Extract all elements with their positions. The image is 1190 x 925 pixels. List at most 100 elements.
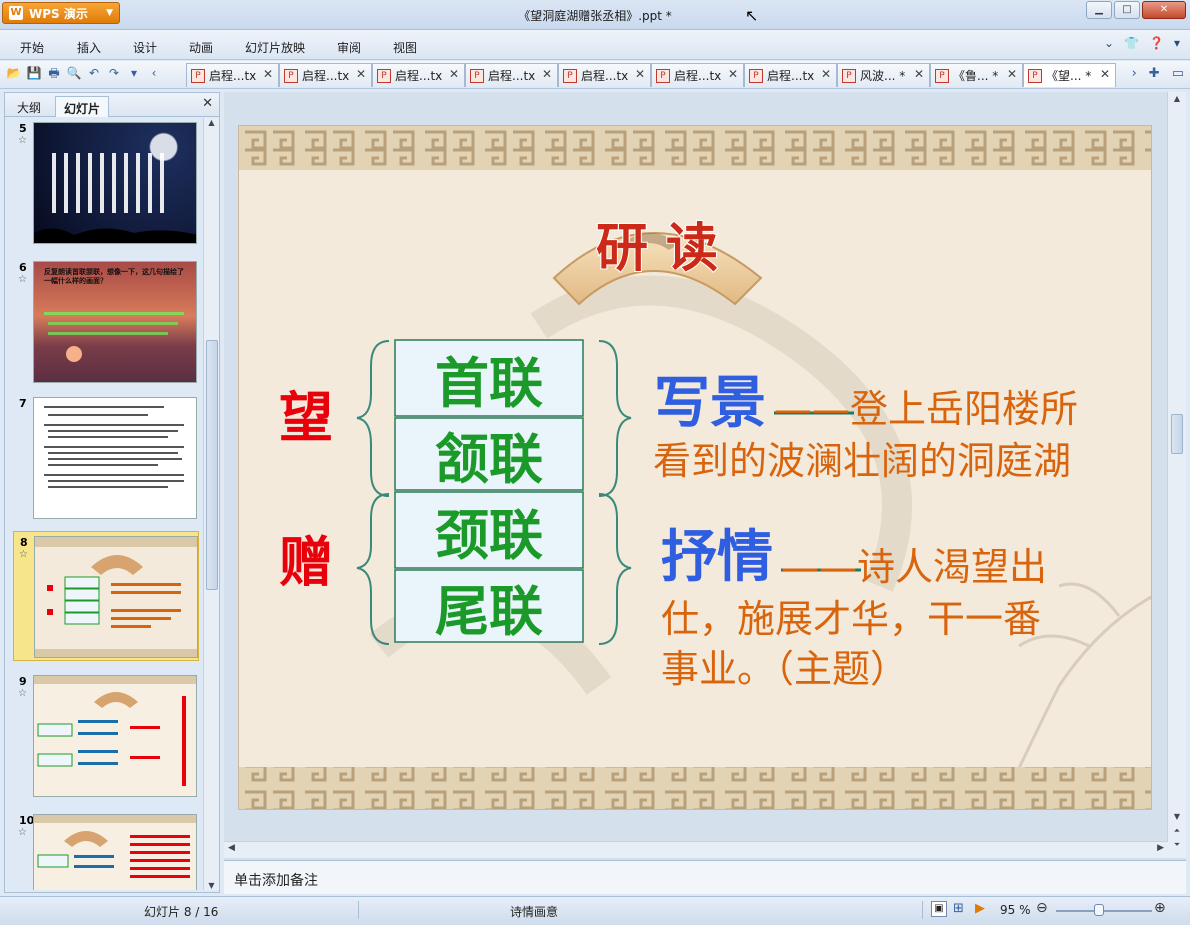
- zoom-out-icon[interactable]: ⊖: [1036, 900, 1048, 916]
- slide-horizontal-scrollbar[interactable]: ◀ ▶: [224, 841, 1168, 858]
- menu-animation[interactable]: 动画: [189, 39, 213, 56]
- menu-review[interactable]: 审阅: [337, 39, 361, 56]
- tab-list-icon[interactable]: ▭: [1172, 66, 1184, 81]
- current-slide[interactable]: 研 读 望 赠 首联 颔联 颈联 尾联 写景 ——登上岳阳楼所 看到的波澜壮阔的…: [238, 125, 1152, 810]
- zoom-slider-handle[interactable]: [1094, 904, 1104, 916]
- print-icon[interactable]: 🖶: [46, 65, 62, 81]
- slideshow-icon[interactable]: ▶: [975, 901, 985, 916]
- tab-scroll-right-icon[interactable]: ›: [1132, 66, 1137, 81]
- ppt-file-icon: P: [377, 68, 391, 83]
- normal-view-icon[interactable]: ▣: [931, 901, 947, 917]
- doc-tab[interactable]: P 启程...tx ✕: [744, 63, 837, 87]
- print-preview-icon[interactable]: 🔍: [66, 65, 82, 81]
- minimize-button[interactable]: ▁: [1086, 1, 1112, 19]
- tab-slides[interactable]: 幻灯片: [55, 96, 110, 117]
- scrollbar-thumb[interactable]: [206, 340, 218, 590]
- close-tab-icon[interactable]: ✕: [728, 67, 738, 81]
- notes-pane[interactable]: 单击添加备注: [224, 860, 1186, 894]
- zoom-in-icon[interactable]: ⊕: [1154, 900, 1166, 916]
- zoom-slider[interactable]: [1056, 910, 1152, 912]
- slide-thumbnail-5[interactable]: 5 ☆: [13, 118, 199, 244]
- menu-design[interactable]: 设计: [133, 39, 157, 56]
- scroll-up-icon[interactable]: ▲: [1168, 94, 1186, 103]
- slide-thumbnail-7[interactable]: 7: [13, 393, 199, 519]
- doc-tab[interactable]: P 启程...tx ✕: [465, 63, 558, 87]
- shuqing-line3: 事业。（主题）: [661, 647, 908, 691]
- scrollbar-thumb[interactable]: [1171, 414, 1183, 454]
- slide-vertical-scrollbar[interactable]: ▲ ▼ ⏶ ⏷: [1167, 92, 1186, 858]
- animation-star-icon: ☆: [18, 827, 27, 838]
- previous-slide-icon[interactable]: ⏶: [1168, 826, 1186, 836]
- slide-editor: 研 读 望 赠 首联 颔联 颈联 尾联 写景 ——登上岳阳楼所 看到的波澜壮阔的…: [224, 92, 1186, 860]
- menu-bar: 开始 插入 设计 动画 幻灯片放映 审阅 视图 ⌄ 👕 ❓ ▾: [0, 30, 1190, 60]
- close-panel-icon[interactable]: ✕: [202, 96, 213, 111]
- customize-icon[interactable]: ▾: [126, 65, 142, 81]
- thumbnail-image: [33, 814, 197, 890]
- maximize-button[interactable]: □: [1114, 1, 1140, 19]
- doc-tab[interactable]: P 启程...tx ✕: [372, 63, 465, 87]
- slides-panel: 大纲 幻灯片 ✕ 5 ☆ 6 ☆ 反复朗读首联颔联，想像一下，这几句描绘了一幅什…: [4, 92, 220, 893]
- slide-sorter-icon[interactable]: ⊞: [953, 901, 964, 916]
- skin-icon[interactable]: 👕: [1124, 36, 1139, 50]
- shuqing-line1: ——诗人渴望出: [781, 545, 1047, 589]
- shuqing-line2: 仕，施展才华，干一番: [661, 597, 1041, 641]
- slide-thumbnail-8-selected[interactable]: 8 ☆: [13, 531, 199, 661]
- chevron-down-icon[interactable]: ▾: [1174, 36, 1180, 50]
- doc-tab[interactable]: P 启程...tx ✕: [558, 63, 651, 87]
- scroll-down-icon[interactable]: ▼: [204, 881, 219, 890]
- redo-icon[interactable]: ↷: [106, 65, 122, 81]
- thumbnail-image: [34, 536, 198, 658]
- save-icon[interactable]: 💾: [26, 65, 42, 81]
- doc-tab[interactable]: P 《鲁... * ✕: [930, 63, 1023, 87]
- menu-insert[interactable]: 插入: [77, 39, 101, 56]
- doc-tab[interactable]: P 风波... * ✕: [837, 63, 930, 87]
- tab-outline[interactable]: 大纲: [9, 96, 49, 117]
- close-tab-icon[interactable]: ✕: [263, 67, 273, 81]
- help-icon[interactable]: ❓: [1149, 36, 1164, 50]
- undo-icon[interactable]: ↶: [86, 65, 102, 81]
- menu-home[interactable]: 开始: [20, 39, 44, 56]
- box-label-shoulian: 首联: [435, 351, 543, 415]
- close-tab-icon[interactable]: ✕: [1007, 67, 1017, 81]
- doc-tab-active[interactable]: P 《望... * ✕: [1023, 63, 1116, 87]
- ppt-file-icon: P: [563, 68, 577, 83]
- close-tab-icon[interactable]: ✕: [449, 67, 459, 81]
- close-tab-icon[interactable]: ✕: [821, 67, 831, 81]
- menu-view[interactable]: 视图: [393, 39, 417, 56]
- left-brace-bottom: [356, 493, 390, 645]
- chevron-down-icon[interactable]: ⌄: [1104, 36, 1114, 50]
- zoom-level: 95 %: [1000, 903, 1031, 917]
- close-tab-icon[interactable]: ✕: [1100, 67, 1110, 81]
- scroll-down-icon[interactable]: ▼: [1168, 812, 1186, 821]
- doc-tab[interactable]: P 启程...tx ✕: [651, 63, 744, 87]
- doc-tab[interactable]: P 启程...tx ✕: [186, 63, 279, 87]
- thumbnail-image: [33, 675, 197, 797]
- tab-scroll-left-icon[interactable]: ‹: [146, 65, 162, 81]
- open-icon[interactable]: 📂: [6, 65, 22, 81]
- char-zeng: 赠: [279, 530, 333, 594]
- animation-star-icon: ☆: [18, 135, 27, 146]
- close-tab-icon[interactable]: ✕: [356, 67, 366, 81]
- slide-thumbnail-9[interactable]: 9 ☆: [13, 671, 199, 797]
- scroll-left-icon[interactable]: ◀: [228, 843, 235, 853]
- ppt-file-icon: P: [191, 68, 205, 83]
- right-brace-top: [598, 340, 632, 497]
- slide-thumbnail-10[interactable]: 10 ☆: [13, 810, 199, 890]
- slide-thumbnail-6[interactable]: 6 ☆ 反复朗读首联颔联，想像一下，这几句描绘了一幅什么样的画面？: [13, 257, 199, 383]
- slide-heading: 研 读: [596, 218, 718, 279]
- thumbnails-scrollbar[interactable]: ▲ ▼: [203, 118, 219, 890]
- next-slide-icon[interactable]: ⏷: [1168, 840, 1186, 850]
- box-label-weilian: 尾联: [435, 579, 543, 643]
- close-tab-icon[interactable]: ✕: [914, 67, 924, 81]
- scroll-up-icon[interactable]: ▲: [204, 118, 219, 127]
- new-tab-icon[interactable]: ✚: [1149, 66, 1160, 81]
- menu-slideshow[interactable]: 幻灯片放映: [245, 39, 305, 56]
- thumbnail-image: 反复朗读首联颔联，想像一下，这几句描绘了一幅什么样的画面？: [33, 261, 197, 383]
- close-button[interactable]: ✕: [1142, 1, 1186, 19]
- slide-counter: 幻灯片 8 / 16: [144, 905, 219, 919]
- scroll-right-icon[interactable]: ▶: [1157, 843, 1164, 853]
- doc-tab[interactable]: P 启程...tx ✕: [279, 63, 372, 87]
- close-tab-icon[interactable]: ✕: [542, 67, 552, 81]
- ppt-file-icon: P: [935, 68, 949, 83]
- close-tab-icon[interactable]: ✕: [635, 67, 645, 81]
